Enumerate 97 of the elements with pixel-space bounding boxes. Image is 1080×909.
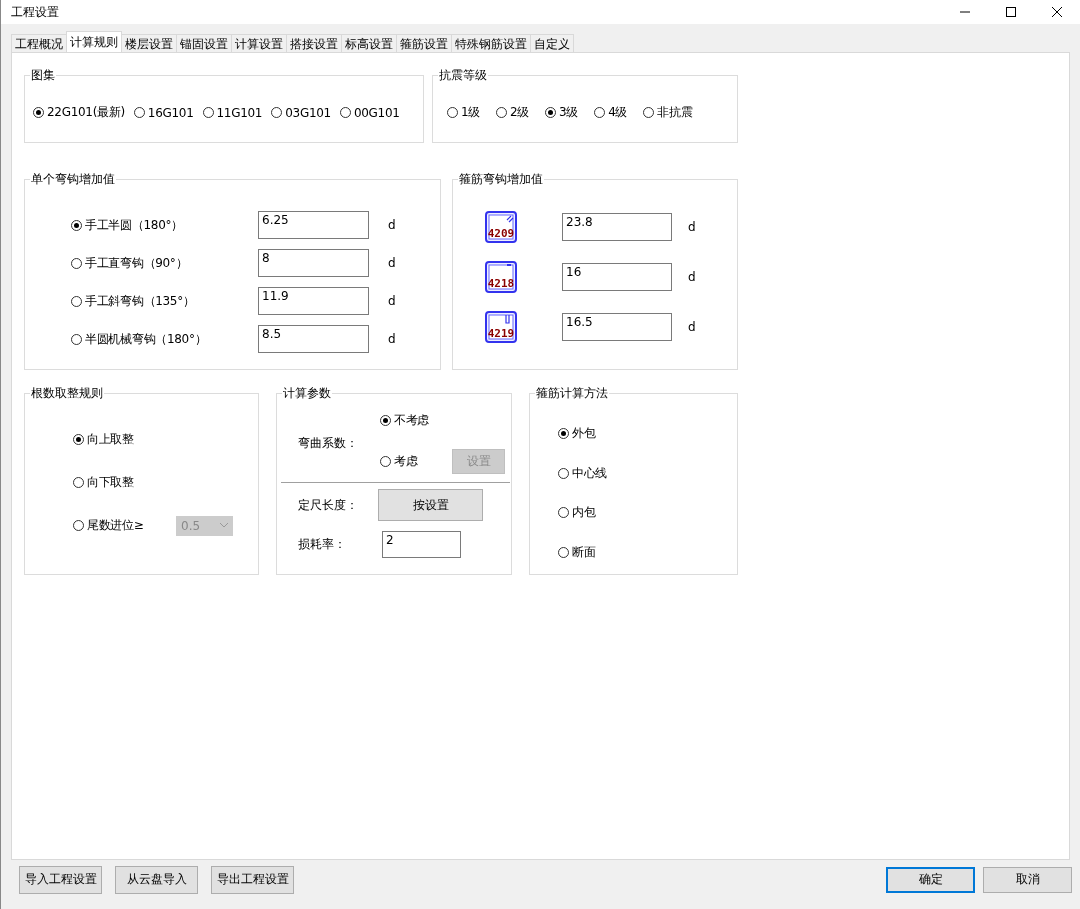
value-field[interactable]: 16.5 (562, 313, 672, 341)
unit-label: d (388, 218, 396, 232)
radio-option[interactable]: 手工斜弯钩（135°） (71, 292, 258, 310)
tab[interactable]: 箍筋设置 (396, 34, 452, 52)
value-field[interactable]: 23.8 (562, 213, 672, 241)
tab[interactable]: 楼层设置 (121, 34, 177, 52)
radio-circle[interactable] (339, 107, 351, 118)
stirrup-icon (485, 261, 517, 293)
radio-option[interactable]: 手工半圆（180°） (71, 216, 258, 234)
radio-option[interactable]: 11G101 (202, 104, 263, 121)
tab[interactable]: 自定义 (530, 34, 574, 52)
radio-circle[interactable] (380, 415, 391, 426)
radio-option[interactable]: 内包 (558, 504, 596, 522)
radio-circle[interactable] (73, 520, 84, 531)
radio-option[interactable]: 半圆机械弯钩（180°） (71, 330, 258, 348)
radio-circle[interactable] (71, 295, 82, 307)
radio-circle[interactable] (558, 507, 569, 519)
radio-option[interactable]: 尾数进位≥ (73, 517, 176, 534)
stirrup-code: 4219 (487, 327, 515, 340)
group-title: 根数取整规则 (30, 385, 104, 402)
tab[interactable]: 锚固设置 (176, 34, 232, 52)
unit-label: d (688, 220, 696, 234)
radio-circle[interactable] (271, 107, 283, 118)
tab[interactable]: 计算规则 (66, 31, 122, 52)
radio-option[interactable]: 考虑 (380, 453, 452, 470)
radio-option[interactable]: 2级 (496, 104, 530, 121)
radio-circle[interactable] (558, 467, 569, 479)
radio-option[interactable]: 16G101 (133, 104, 194, 121)
radio-circle[interactable] (71, 257, 82, 269)
radio-circle[interactable] (496, 107, 508, 118)
maximize-icon[interactable] (1006, 7, 1016, 17)
tab[interactable]: 标高设置 (341, 34, 397, 52)
group-title: 单个弯钩增加值 (30, 171, 116, 188)
value-field[interactable]: 8.5 (258, 325, 369, 353)
footer-button[interactable]: 从云盘导入 (115, 865, 198, 894)
radio-option[interactable]: 外包 (558, 425, 596, 443)
radio-circle[interactable] (447, 107, 458, 118)
radio-circle[interactable] (73, 434, 84, 445)
footer-button[interactable]: 确定 (886, 866, 975, 893)
radio-circle[interactable] (558, 546, 569, 558)
loss-field[interactable]: 2 (382, 531, 461, 558)
radio-option[interactable]: 3级 (545, 104, 579, 121)
value-field[interactable]: 8 (258, 249, 369, 277)
radio-option[interactable]: 00G101 (339, 104, 400, 121)
group-title: 计算参数 (282, 385, 332, 402)
radio-option[interactable]: 03G101 (271, 104, 331, 121)
radio-circle[interactable] (558, 428, 569, 440)
value-field[interactable]: 11.9 (258, 287, 369, 315)
radio-option[interactable]: 1级 (447, 104, 481, 121)
footer-button[interactable]: 取消 (983, 866, 1072, 893)
radio-option[interactable]: 非抗震 (643, 104, 693, 121)
radio-circle[interactable] (202, 107, 214, 118)
tab[interactable]: 特殊钢筋设置 (451, 34, 531, 52)
radio-circle[interactable] (73, 477, 84, 488)
loss-label: 损耗率： (298, 536, 347, 553)
stirrup-icon (485, 211, 517, 243)
radio-circle[interactable] (71, 219, 82, 231)
stirrup-icon (485, 311, 517, 343)
radio-option[interactable]: 不考虑 (380, 412, 452, 429)
radio-option[interactable]: 向下取整 (73, 474, 176, 491)
radio-circle[interactable] (643, 107, 655, 118)
footer-button[interactable]: 导入工程设置 (19, 865, 102, 894)
caret-icon (220, 523, 228, 528)
radio-circle[interactable] (33, 107, 44, 118)
bend-label: 弯曲系数： (298, 434, 359, 452)
group-title: 图集 (30, 67, 56, 84)
close-icon[interactable] (1052, 7, 1062, 17)
radio-option[interactable]: 4级 (594, 104, 628, 121)
radio-circle[interactable] (380, 456, 391, 467)
unit-label: d (388, 256, 396, 270)
group-title: 箍筋计算方法 (535, 385, 609, 402)
radio-circle[interactable] (545, 107, 557, 118)
footer-button[interactable]: 导出工程设置 (211, 865, 294, 894)
stirrup-code: 4218 (487, 277, 515, 290)
radio-option[interactable]: 手工直弯钩（90°） (71, 254, 258, 272)
radio-circle[interactable] (594, 107, 606, 118)
unit-label: d (388, 294, 396, 308)
value-field[interactable]: 6.25 (258, 211, 369, 239)
length-label: 定尺长度： (298, 496, 359, 514)
unit-label: d (688, 270, 696, 284)
radio-circle[interactable] (71, 333, 82, 345)
radio-option[interactable]: 22G101(最新) (33, 104, 125, 121)
radio-option[interactable]: 断面 (558, 543, 596, 561)
window-title: 工程设置 (11, 3, 60, 21)
length-button[interactable]: 按设置 (378, 489, 483, 521)
radio-option[interactable]: 中心线 (558, 464, 608, 482)
value-field[interactable]: 16 (562, 263, 672, 291)
radio-option[interactable]: 向上取整 (73, 431, 176, 448)
group-title: 抗震等级 (438, 67, 488, 84)
stirrup-code: 4209 (487, 227, 515, 240)
tab[interactable]: 搭接设置 (286, 34, 342, 52)
group-title: 箍筋弯钩增加值 (458, 171, 544, 188)
tab[interactable]: 工程概况 (11, 34, 67, 52)
radio-circle[interactable] (133, 107, 145, 118)
unit-label: d (688, 320, 696, 334)
unit-label: d (388, 332, 396, 346)
tab[interactable]: 计算设置 (231, 34, 287, 52)
